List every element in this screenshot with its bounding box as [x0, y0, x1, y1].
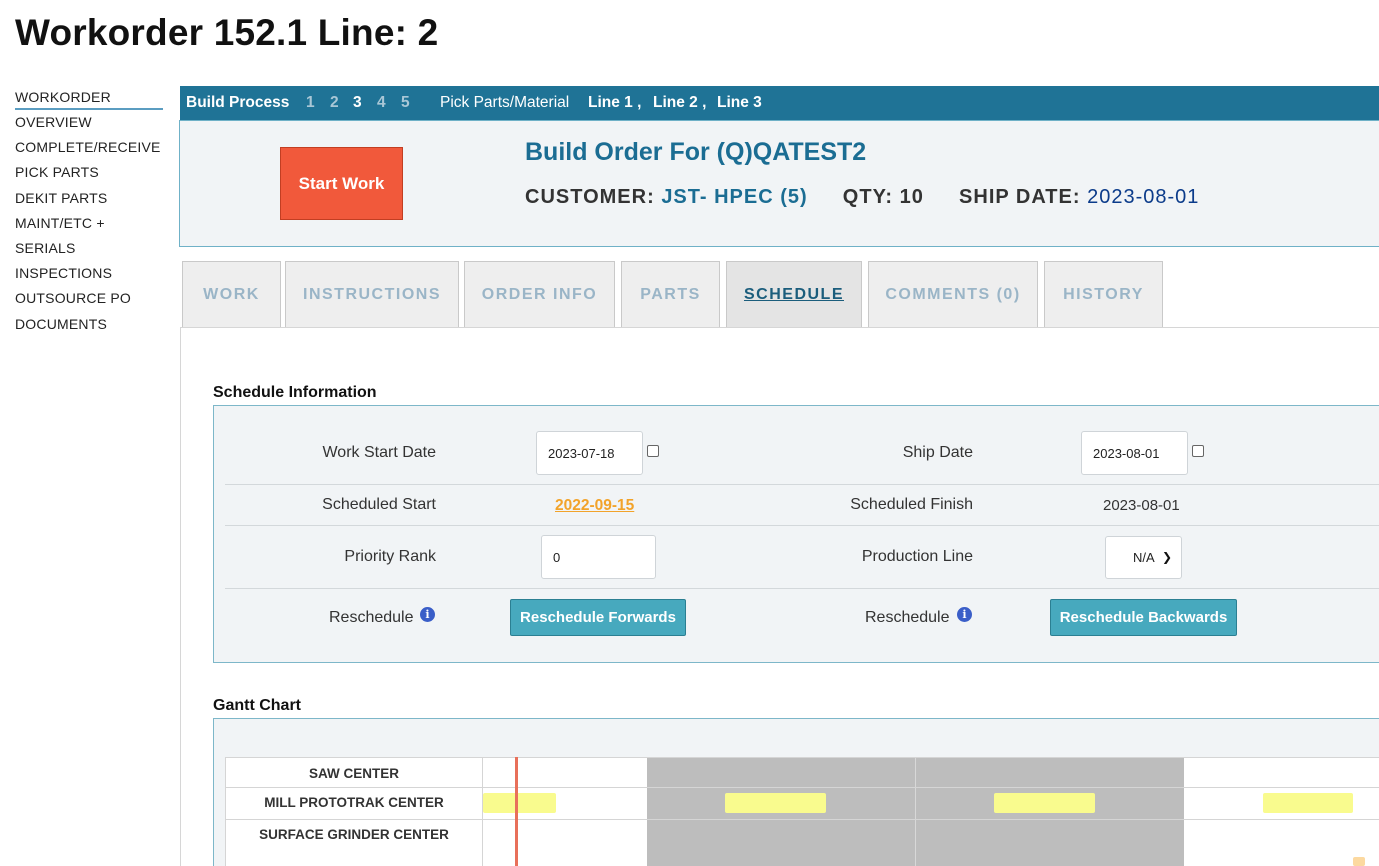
gantt-section-title: Gantt Chart	[213, 697, 301, 714]
scheduled-start-link[interactable]: 2022-09-15	[555, 497, 634, 515]
sidebar-nav: WORKORDER OVERVIEW COMPLETE/RECEIVE PICK…	[15, 86, 163, 338]
line-1-link[interactable]: Line 1 ,	[588, 94, 641, 112]
info-icon[interactable]: i	[957, 607, 972, 622]
row-divider	[225, 525, 1379, 526]
order-meta: CUSTOMER: JST- HPEC (5) QTY: 10 SHIP DAT…	[525, 186, 1199, 209]
scheduled-start-label: Scheduled Start	[322, 496, 436, 513]
sidebar-item-overview[interactable]: OVERVIEW	[15, 111, 163, 136]
line-3-link[interactable]: Line 3	[717, 94, 762, 112]
ship-date-label: SHIP DATE:	[959, 186, 1081, 208]
reschedule-forwards-label: Reschedule	[329, 609, 414, 626]
schedule-section-title: Schedule Information	[213, 384, 377, 401]
production-line-select[interactable]: N/A ❯	[1105, 536, 1182, 579]
tab-schedule[interactable]: SCHEDULE	[726, 261, 862, 327]
customer-label: CUSTOMER:	[525, 186, 655, 208]
gantt-task-bar[interactable]	[1263, 793, 1353, 813]
customer-value[interactable]: JST- HPEC (5)	[661, 186, 807, 208]
ship-date-checkbox[interactable]	[1192, 445, 1204, 457]
work-start-date-input[interactable]: 2023-07-18	[536, 431, 643, 475]
gantt-row-label: MILL PROTOTRAK CENTER	[264, 795, 444, 810]
gantt-task-bar[interactable]	[725, 793, 826, 813]
gantt-chart: SAW CENTER MILL PROTOTRAK CENTER SURFACE…	[225, 757, 1379, 866]
scheduled-finish-value: 2023-08-01	[1103, 497, 1180, 514]
build-process-bar: Build Process 1 2 3 4 5 Pick Parts/Mater…	[180, 86, 1379, 120]
page-title: Workorder 152.1 Line: 2	[15, 12, 439, 53]
build-step-4[interactable]: 4	[377, 94, 386, 112]
pick-parts-label: Pick Parts/Material	[440, 94, 570, 111]
scheduled-finish-label: Scheduled Finish	[850, 496, 973, 513]
sidebar-item-workorder[interactable]: WORKORDER	[15, 86, 163, 110]
tab-history[interactable]: HISTORY	[1044, 261, 1163, 327]
ship-date-input[interactable]: 2023-08-01	[1081, 431, 1188, 475]
sidebar-item-outsource-po[interactable]: OUTSOURCE PO	[15, 287, 163, 312]
start-work-button[interactable]: Start Work	[280, 147, 403, 220]
row-divider	[225, 588, 1379, 589]
qty-value: 10	[899, 186, 924, 208]
priority-rank-label: Priority Rank	[344, 548, 436, 565]
ship-date-field-label: Ship Date	[902, 444, 973, 461]
tab-parts[interactable]: PARTS	[621, 261, 720, 327]
build-order-title: Build Order For (Q)QATEST2	[525, 138, 867, 166]
chevron-down-icon: ❯	[1161, 550, 1172, 564]
build-step-2[interactable]: 2	[330, 94, 339, 112]
sidebar-item-maint-etc[interactable]: MAINT/ETC +	[15, 212, 163, 237]
sidebar-item-pick-parts[interactable]: PICK PARTS	[15, 161, 163, 186]
reschedule-backwards-label: Reschedule	[865, 609, 950, 626]
reschedule-backwards-button[interactable]: Reschedule Backwards	[1050, 599, 1237, 636]
sidebar-item-inspections[interactable]: INSPECTIONS	[15, 262, 163, 287]
priority-rank-input[interactable]: 0	[541, 535, 656, 579]
tab-instructions[interactable]: INSTRUCTIONS	[285, 261, 459, 327]
gantt-row-label: SURFACE GRINDER CENTER	[259, 827, 449, 842]
work-start-date-checkbox[interactable]	[647, 445, 659, 457]
build-step-5[interactable]: 5	[401, 94, 410, 112]
build-process-label: Build Process	[186, 94, 290, 111]
tab-order-info[interactable]: ORDER INFO	[464, 261, 615, 327]
sidebar-item-serials[interactable]: SERIALS	[15, 237, 163, 262]
info-icon[interactable]: i	[420, 607, 435, 622]
reschedule-forwards-button[interactable]: Reschedule Forwards	[510, 599, 686, 636]
build-step-3[interactable]: 3	[353, 94, 362, 112]
row-divider	[225, 484, 1379, 485]
build-step-1[interactable]: 1	[306, 94, 315, 112]
tab-comments[interactable]: COMMENTS (0)	[868, 261, 1038, 327]
gantt-task-bar[interactable]	[994, 793, 1095, 813]
sidebar-item-dekit-parts[interactable]: DEKIT PARTS	[15, 187, 163, 212]
tab-work[interactable]: WORK	[182, 261, 281, 327]
work-start-date-label: Work Start Date	[322, 444, 436, 461]
sidebar-item-complete-receive[interactable]: COMPLETE/RECEIVE	[15, 136, 163, 161]
gantt-task-bar[interactable]	[483, 793, 556, 813]
production-line-label: Production Line	[861, 548, 973, 565]
gantt-task-bar[interactable]	[1353, 857, 1365, 866]
production-line-value: N/A	[1133, 550, 1155, 565]
line-2-link[interactable]: Line 2 ,	[653, 94, 706, 112]
qty-label: QTY:	[842, 186, 894, 208]
ship-date-value: 2023-08-01	[1087, 186, 1200, 208]
gantt-row-label: SAW CENTER	[309, 766, 399, 781]
sidebar-item-documents[interactable]: DOCUMENTS	[15, 313, 163, 338]
